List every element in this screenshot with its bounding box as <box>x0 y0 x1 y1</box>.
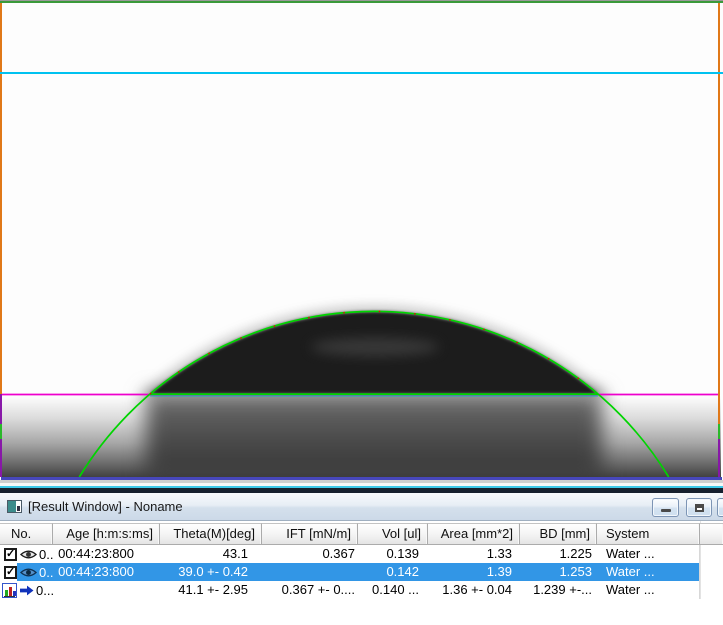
minimize-button[interactable] <box>652 498 679 517</box>
eye-icon <box>20 567 37 578</box>
column-header-theta[interactable]: Theta(M)[deg] <box>160 523 262 545</box>
table-header-row: No. Age [h:m:s:ms] Theta(M)[deg] IFT [mN… <box>0 523 723 545</box>
cell-area: 1.33 <box>428 545 520 563</box>
cell-theta: 39.0 +- 0.42 <box>160 563 262 581</box>
cell-system: Water ... <box>597 563 700 581</box>
cell-bd: 1.253 <box>520 563 597 581</box>
column-header-system[interactable]: System <box>597 523 700 545</box>
table-row-statistics[interactable]: 0... 41.1 +- 2.95 0.367 +- 0.... 0.140 .… <box>0 581 723 599</box>
bar-chart-icon <box>2 583 17 598</box>
cell-theta: 41.1 +- 2.95 <box>160 581 262 599</box>
roi-right-green-segment <box>718 424 720 439</box>
close-button[interactable] <box>717 498 723 517</box>
row-number: 0... <box>39 546 53 563</box>
drop-image-viewer <box>0 0 723 480</box>
cell-system: Water ... <box>597 545 700 563</box>
restore-button[interactable] <box>686 498 712 517</box>
column-header-ift[interactable]: IFT [mN/m] <box>262 523 358 545</box>
application-window: [Result Window] - Noname No. Age [h:m:s:… <box>0 0 723 625</box>
eye-icon <box>20 549 37 560</box>
column-header-area[interactable]: Area [mm*2] <box>428 523 520 545</box>
column-header-filler <box>700 523 723 545</box>
cell-bd: 1.225 <box>520 545 597 563</box>
result-window: [Result Window] - Noname No. Age [h:m:s:… <box>0 493 723 625</box>
cell-area: 1.36 +- 0.04 <box>428 581 520 599</box>
cell-area: 1.39 <box>428 563 520 581</box>
row-id-cell: 0... <box>0 581 53 599</box>
row-checkbox[interactable]: ✓ <box>4 566 17 579</box>
cell-system: Water ... <box>597 581 700 599</box>
column-header-vol[interactable]: Vol [ul] <box>358 523 428 545</box>
window-title: [Result Window] - Noname <box>28 499 183 514</box>
row-number: 0... <box>36 582 53 599</box>
arrow-right-icon <box>20 585 34 596</box>
cell-age: 00:44:23:800 <box>53 545 160 563</box>
cell-age: 00:44:23:800 <box>53 563 160 581</box>
table-row[interactable]: ✓ 0... 00:44:23:800 43.1 0.367 0.139 1.3… <box>0 545 723 563</box>
roi-right-orange-border <box>718 3 720 424</box>
cell-ift: 0.367 <box>262 545 358 563</box>
row-checkbox[interactable]: ✓ <box>4 548 17 561</box>
cell-ift <box>262 563 358 581</box>
cell-age <box>53 581 160 599</box>
pane-separator <box>0 480 723 493</box>
cell-ift: 0.367 +- 0.... <box>262 581 358 599</box>
row-id-cell: ✓ 0... <box>0 563 53 581</box>
cell-theta: 43.1 <box>160 545 262 563</box>
upper-guide-cyan-line <box>0 72 723 74</box>
column-header-no[interactable]: No. <box>0 523 53 545</box>
column-header-bd[interactable]: BD [mm] <box>520 523 597 545</box>
column-header-age[interactable]: Age [h:m:s:ms] <box>53 523 160 545</box>
cell-vol: 0.139 <box>358 545 428 563</box>
viewer-top-green-border <box>0 1 723 3</box>
drop-highlight <box>311 338 439 356</box>
restore-icon <box>695 504 704 512</box>
cell-vol: 0.140 ... <box>358 581 428 599</box>
roi-left-orange-border <box>0 3 2 394</box>
result-window-icon <box>7 500 22 513</box>
roi-right-purple-border <box>718 439 720 477</box>
row-id-cell: ✓ 0... <box>0 545 53 563</box>
table-row-selected[interactable]: ✓ 0... 00:44:23:800 39.0 +- 0.42 0.142 1… <box>0 563 723 581</box>
cell-vol: 0.142 <box>358 563 428 581</box>
row-number: 0... <box>39 564 53 581</box>
cell-bd: 1.239 +-... <box>520 581 597 599</box>
result-window-titlebar[interactable]: [Result Window] - Noname <box>0 493 723 521</box>
roi-left-green-segment <box>0 424 2 439</box>
minimize-icon <box>661 509 671 512</box>
